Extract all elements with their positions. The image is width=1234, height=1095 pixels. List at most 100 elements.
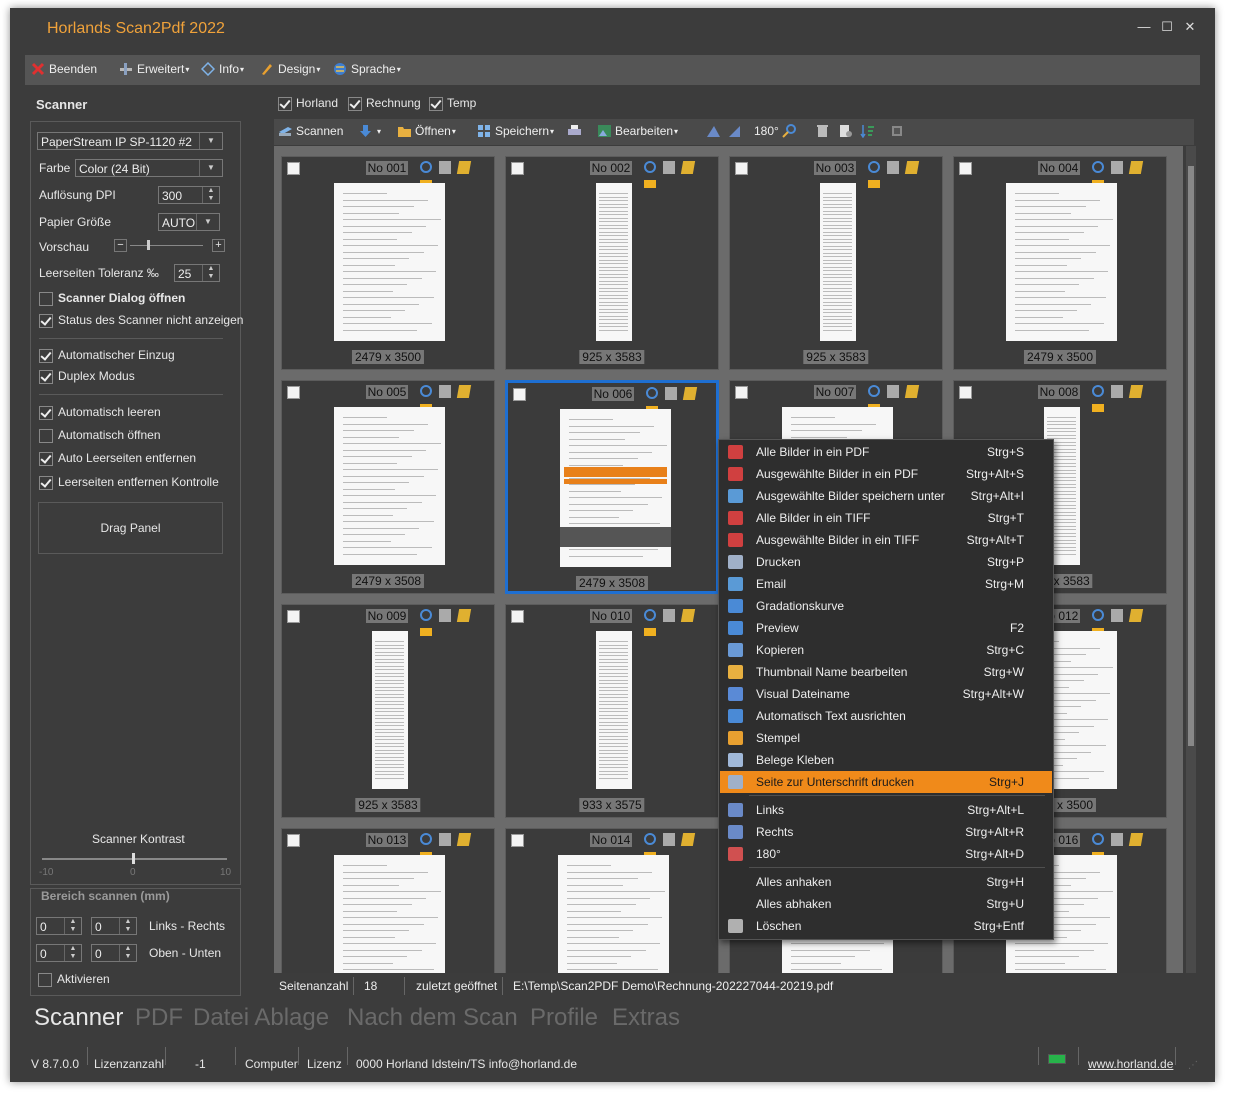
tab-profile[interactable]: Profile (530, 1004, 598, 1032)
stamp-icon[interactable] (420, 628, 432, 636)
zoom-icon[interactable] (420, 609, 432, 621)
edit-button[interactable]: Bearbeiten▾ (597, 124, 678, 138)
tab-extras[interactable]: Extras (612, 1004, 680, 1032)
context-menu-item[interactable]: Gradationskurve (720, 595, 1052, 617)
spinner-arrows-icon[interactable]: ▲ ▼ (64, 918, 81, 934)
thumbnail-item[interactable]: No 009 925 x 3583 (281, 604, 495, 818)
trash-icon[interactable] (1111, 609, 1123, 622)
auto-clear-checkbox[interactable] (39, 406, 53, 420)
trash-icon[interactable] (439, 385, 451, 398)
filter-temp-checkbox[interactable] (429, 97, 443, 111)
scan-button[interactable]: Scannen (278, 124, 343, 138)
filter-horland-checkbox[interactable] (278, 97, 292, 111)
auto-blank-remove-checkbox[interactable] (39, 452, 53, 466)
thumbnail-checkbox[interactable] (511, 610, 524, 623)
spinner-arrows-icon[interactable]: ▲ ▼ (202, 265, 219, 281)
tab-pdf[interactable]: PDF (135, 1004, 183, 1032)
trash-icon[interactable] (663, 161, 675, 174)
tab-nach-dem-scan[interactable]: Nach dem Scan (347, 1004, 518, 1032)
edit-pencil-icon[interactable] (904, 161, 920, 174)
last-opened-path[interactable]: E:\Temp\Scan2PDF Demo\Rechnung-202227044… (513, 979, 833, 993)
tab-datei-ablage[interactable]: Datei Ablage (193, 1004, 329, 1032)
area-activate-checkbox[interactable] (38, 973, 52, 987)
filter-rechnung-checkbox[interactable] (348, 97, 362, 111)
context-menu-item[interactable]: Automatisch Text ausrichten (720, 705, 1052, 727)
auto-feed-checkbox[interactable] (39, 349, 53, 363)
context-menu-item[interactable]: Ausgewählte Bilder in ein PDF Strg+Alt+S (720, 463, 1052, 485)
blank-control-checkbox[interactable] (39, 476, 53, 490)
tab-scanner[interactable]: Scanner (34, 1004, 123, 1032)
zoom-icon[interactable] (644, 833, 656, 845)
sort-button[interactable] (860, 124, 878, 139)
trash-icon[interactable] (439, 833, 451, 846)
thumbnail-checkbox[interactable] (287, 834, 300, 847)
stamp-icon[interactable] (644, 180, 656, 188)
context-menu-item[interactable]: Rechts Strg+Alt+R (720, 821, 1052, 843)
preview-plus-button[interactable]: + (212, 239, 225, 252)
spinner-arrows-icon[interactable]: ▲ ▼ (202, 187, 219, 203)
thumbnail-item[interactable]: No 010 933 x 3575 (505, 604, 719, 818)
context-menu-item[interactable]: Kopieren Strg+C (720, 639, 1052, 661)
website-link[interactable]: www.horland.de (1088, 1057, 1173, 1071)
zoom-icon[interactable] (420, 385, 432, 397)
thumbnail-checkbox[interactable] (959, 162, 972, 175)
zoom-icon[interactable] (644, 161, 656, 173)
edit-pencil-icon[interactable] (456, 833, 472, 846)
edit-pencil-icon[interactable] (680, 161, 696, 174)
trash-icon[interactable] (663, 609, 675, 622)
thumbnail-item[interactable]: No 003 925 x 3583 (729, 156, 943, 370)
color-mode-select[interactable]: Color (24 Bit) ▼ (75, 159, 223, 177)
rotate-180-button[interactable]: 180° (754, 124, 779, 138)
context-menu-item[interactable]: Ausgewählte Bilder speichern unter Strg+A… (720, 485, 1052, 507)
document-props-button[interactable] (838, 124, 856, 138)
print-button[interactable] (567, 124, 585, 138)
scrollbar-thumb[interactable] (1188, 166, 1194, 746)
context-menu-item[interactable]: Belege Kleben (720, 749, 1052, 771)
drag-panel[interactable]: Drag Panel (38, 502, 223, 554)
thumbnail-checkbox[interactable] (511, 834, 524, 847)
spinner-arrows-icon[interactable]: ▲ ▼ (64, 945, 81, 961)
duplex-checkbox[interactable] (39, 370, 53, 384)
trash-icon[interactable] (1111, 161, 1123, 174)
thumbnail-checkbox[interactable] (511, 162, 524, 175)
thumbnail-checkbox[interactable] (287, 162, 300, 175)
zoom-button[interactable] (782, 124, 800, 138)
context-menu-item[interactable]: Löschen Strg+Entf (720, 915, 1052, 937)
menu-info[interactable]: Info▾ (200, 61, 244, 77)
thumbnail-item[interactable]: No 001 2479 x 3500 (281, 156, 495, 370)
edit-pencil-icon[interactable] (456, 161, 472, 174)
paper-size-select[interactable]: AUTO ▼ (158, 213, 220, 231)
import-dropdown[interactable]: ▾ (358, 124, 381, 138)
spinner-arrows-icon[interactable]: ▲ ▼ (119, 918, 136, 934)
stamp-icon[interactable] (644, 628, 656, 636)
dpi-spinner[interactable]: 300 ▲ ▼ (158, 186, 220, 204)
thumbnail-checkbox[interactable] (513, 388, 526, 401)
context-menu-item[interactable]: Visual Dateiname Strg+Alt+W (720, 683, 1052, 705)
context-menu-item[interactable]: Alle Bilder in ein TIFF Strg+T (720, 507, 1052, 529)
trash-icon[interactable] (1111, 385, 1123, 398)
thumbnail-checkbox[interactable] (735, 162, 748, 175)
menu-sprache[interactable]: Sprache▾ (333, 62, 401, 76)
preview-slider-track[interactable] (130, 245, 203, 246)
area-left-spinner[interactable]: 0 ▲ ▼ (36, 917, 82, 935)
delete-button[interactable] (815, 124, 833, 138)
zoom-icon[interactable] (868, 385, 880, 397)
zoom-icon[interactable] (646, 387, 658, 399)
area-bottom-spinner[interactable]: 0 ▲ ▼ (91, 944, 137, 962)
edit-pencil-icon[interactable] (904, 385, 920, 398)
rotate-left-button[interactable] (706, 124, 724, 138)
thumbnail-checkbox[interactable] (287, 386, 300, 399)
zoom-icon[interactable] (1092, 385, 1104, 397)
preview-slider-handle[interactable] (147, 240, 150, 250)
spinner-arrows-icon[interactable]: ▲ ▼ (119, 945, 136, 961)
resize-grip-icon[interactable]: ⋰ (1188, 1060, 1198, 1071)
trash-icon[interactable] (439, 161, 451, 174)
context-menu-item[interactable]: Stempel (720, 727, 1052, 749)
edit-pencil-icon[interactable] (680, 609, 696, 622)
blank-tolerance-spinner[interactable]: 25 ▲ ▼ (174, 264, 220, 282)
trash-icon[interactable] (665, 387, 677, 400)
close-window-button[interactable]: ✕ (1179, 16, 1201, 38)
thumbnail-checkbox[interactable] (287, 610, 300, 623)
contrast-slider-handle[interactable] (132, 853, 135, 864)
save-button[interactable]: Speichern▾ (477, 124, 554, 138)
